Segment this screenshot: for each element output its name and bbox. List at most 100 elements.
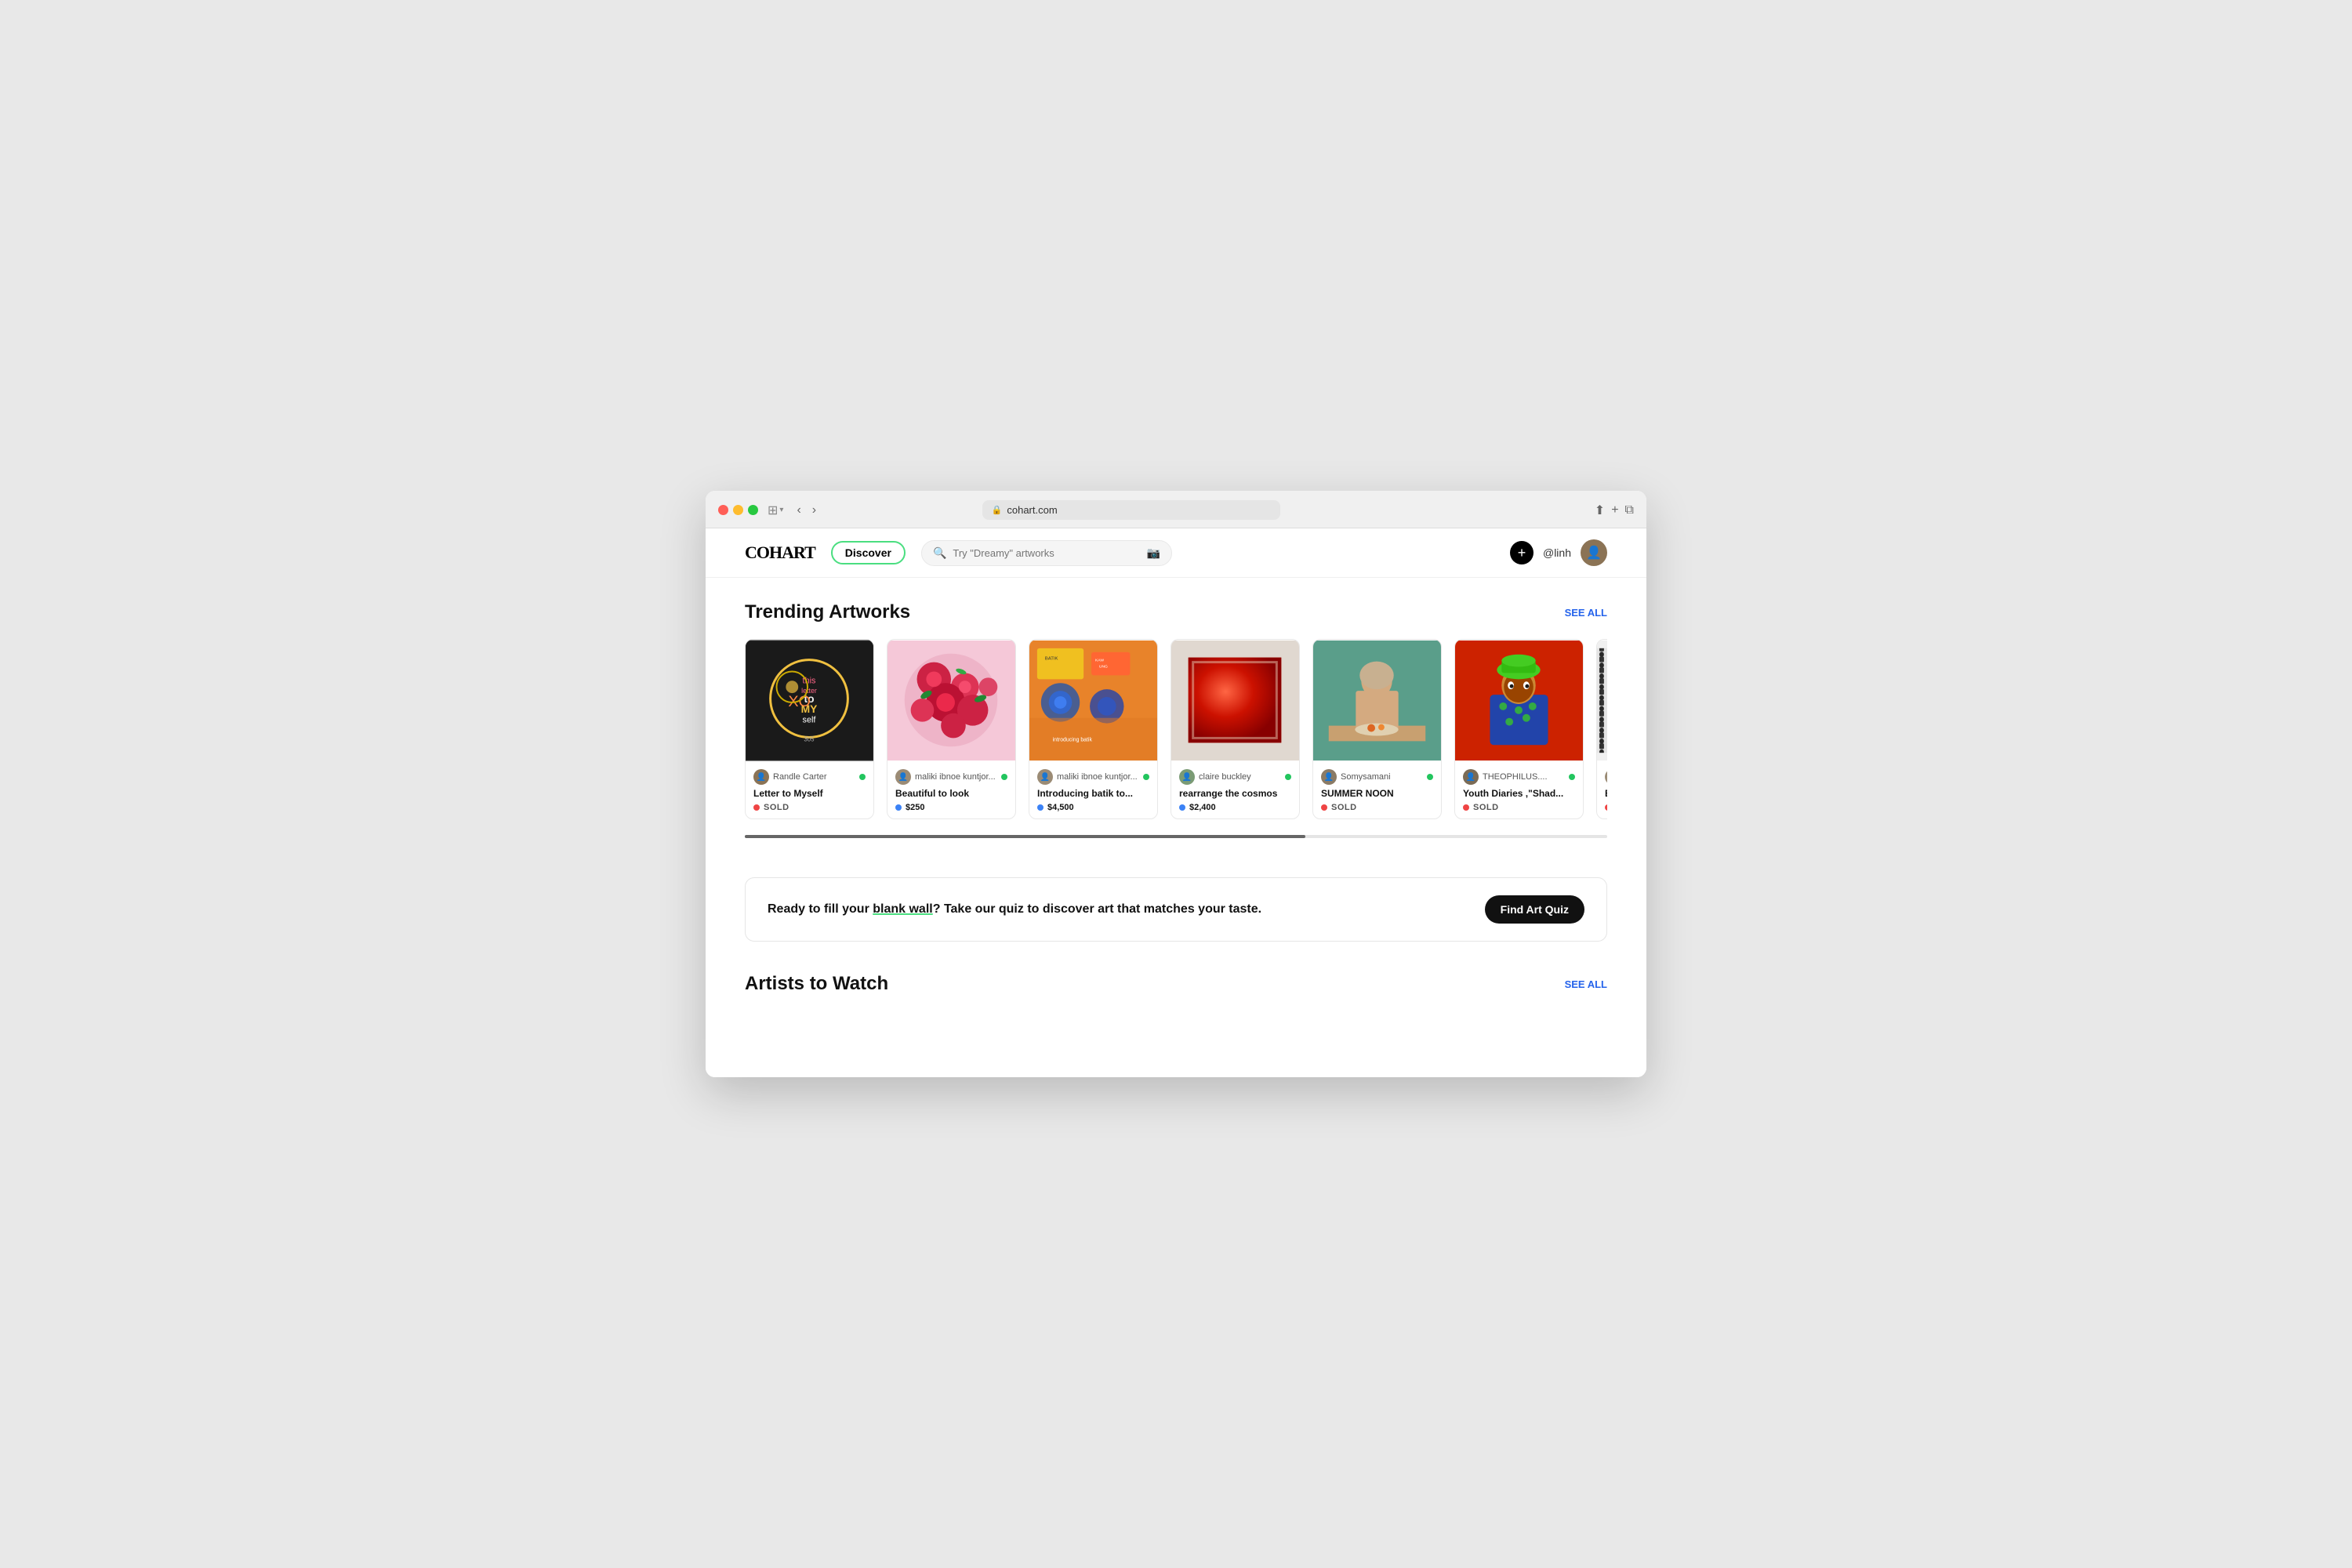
verified-icon-6: [1569, 774, 1575, 780]
artwork-card-4[interactable]: 👤 claire buckley rearrange the cosmos $2…: [1171, 639, 1300, 819]
artwork-image-7: Bold crowd: [1597, 640, 1607, 761]
maximize-button[interactable]: [748, 505, 758, 515]
page-content: COHART Discover 🔍 📷 + @linh 👤 Trending A…: [706, 528, 1646, 1077]
trending-title: Trending Artworks: [745, 601, 910, 623]
artwork-card-2[interactable]: 👤 maliki ibnoe kuntjor... Beautiful to l…: [887, 639, 1016, 819]
artwork-card-3[interactable]: BATIK KAW UNG introducing batik 👤 maliki…: [1029, 639, 1158, 819]
artwork-image-6: [1455, 640, 1583, 761]
artwork-title-7: Bold: [1605, 788, 1607, 799]
price-dot-5: [1321, 804, 1327, 811]
artist-name-1: Randle Carter: [773, 772, 855, 782]
price-dot-1: [753, 804, 760, 811]
artists-title: Artists to Watch: [745, 973, 888, 995]
price-value-4: $2,400: [1189, 803, 1216, 812]
sidebar-toggle[interactable]: ⊞▾: [768, 503, 783, 518]
browser-controls: ⊞▾ ‹ › 🔒 cohart.com ⬆ + ⧉: [718, 500, 1634, 520]
svg-text:BATIK: BATIK: [1045, 657, 1058, 662]
verified-icon-2: [1001, 774, 1007, 780]
new-tab-button[interactable]: +: [1611, 503, 1618, 518]
site-logo[interactable]: COHART: [745, 543, 815, 563]
close-button[interactable]: [718, 505, 728, 515]
artwork-image-4: [1171, 640, 1299, 761]
camera-icon[interactable]: 📷: [1147, 546, 1160, 560]
artist-avatar-7: 👤: [1605, 769, 1607, 785]
artwork-card-7[interactable]: Bold crowd 👤 Fernando Jaramillo Bold: [1596, 639, 1607, 819]
url-text: cohart.com: [1007, 504, 1057, 516]
browser-window: ⊞▾ ‹ › 🔒 cohart.com ⬆ + ⧉ COHART Discove…: [706, 491, 1646, 1077]
add-button[interactable]: +: [1510, 541, 1534, 564]
artwork-image-2: [887, 640, 1015, 761]
verified-icon-3: [1143, 774, 1149, 780]
artwork-title-1: Letter to Myself: [753, 788, 866, 799]
traffic-lights: [718, 505, 758, 515]
artwork-image-1: this letter to MY XO self 305: [746, 640, 873, 761]
artist-row-2: 👤 maliki ibnoe kuntjor...: [895, 769, 1007, 785]
artwork-info-7: 👤 Fernando Jaramillo Bold SOLD: [1597, 761, 1607, 818]
price-dot-2: [895, 804, 902, 811]
trending-header: Trending Artworks SEE ALL: [745, 601, 1607, 623]
svg-text:self: self: [803, 716, 817, 725]
browser-chrome: ⊞▾ ‹ › 🔒 cohart.com ⬆ + ⧉: [706, 491, 1646, 528]
artist-avatar-3: 👤: [1037, 769, 1053, 785]
search-input[interactable]: [953, 547, 1140, 559]
artist-avatar-4: 👤: [1179, 769, 1195, 785]
minimize-button[interactable]: [733, 505, 743, 515]
artworks-scroll[interactable]: this letter to MY XO self 305: [745, 639, 1607, 832]
artwork-info-4: 👤 claire buckley rearrange the cosmos $2…: [1171, 761, 1299, 818]
svg-text:305: 305: [804, 735, 815, 742]
artworks-track: this letter to MY XO self 305: [745, 639, 1607, 832]
artwork-info-2: 👤 maliki ibnoe kuntjor... Beautiful to l…: [887, 761, 1015, 818]
artwork-info-1: 👤 Randle Carter Letter to Myself SOLD: [746, 761, 873, 818]
artwork-info-3: 👤 maliki ibnoe kuntjor... Introducing ba…: [1029, 761, 1157, 818]
artwork-info-6: 👤 THEOPHILUS.... Youth Diaries ,"Shad...…: [1455, 761, 1583, 818]
scrollbar-track[interactable]: [745, 835, 1607, 838]
artwork-title-6: Youth Diaries ,"Shad...: [1463, 788, 1575, 799]
price-value-3: $4,500: [1047, 803, 1074, 812]
artwork-image-3: BATIK KAW UNG introducing batik: [1029, 640, 1157, 761]
trending-section: Trending Artworks SEE ALL this letter: [706, 578, 1646, 862]
artist-row-4: 👤 claire buckley: [1179, 769, 1291, 785]
scrollbar-thumb: [745, 835, 1305, 838]
artist-name-5: Somysamani: [1341, 772, 1423, 782]
back-button[interactable]: ‹: [793, 502, 804, 519]
artwork-card-5[interactable]: 👤 Somysamani SUMMER NOON SOLD: [1312, 639, 1442, 819]
address-bar[interactable]: 🔒 cohart.com: [982, 500, 1280, 520]
artist-avatar-5: 👤: [1321, 769, 1337, 785]
discover-button[interactable]: Discover: [831, 541, 906, 564]
artist-row-6: 👤 THEOPHILUS....: [1463, 769, 1575, 785]
avatar[interactable]: 👤: [1581, 539, 1607, 566]
trending-see-all-button[interactable]: SEE ALL: [1565, 607, 1607, 619]
price-row-6: SOLD: [1463, 803, 1575, 812]
artwork-image-5: [1313, 640, 1441, 761]
artists-see-all-button[interactable]: SEE ALL: [1565, 978, 1607, 990]
artist-row-3: 👤 maliki ibnoe kuntjor...: [1037, 769, 1149, 785]
artwork-title-2: Beautiful to look: [895, 788, 1007, 799]
price-dot-4: [1179, 804, 1185, 811]
price-label-5: SOLD: [1331, 803, 1357, 812]
artwork-title-5: SUMMER NOON: [1321, 788, 1433, 799]
tabs-button[interactable]: ⧉: [1625, 503, 1634, 518]
verified-icon-1: [859, 774, 866, 780]
browser-actions: ⬆ + ⧉: [1595, 503, 1634, 518]
artist-name-3: maliki ibnoe kuntjor...: [1057, 772, 1139, 782]
share-button[interactable]: ⬆: [1595, 503, 1605, 518]
lock-icon: 🔒: [992, 505, 1003, 515]
artwork-card-1[interactable]: this letter to MY XO self 305: [745, 639, 874, 819]
artwork-title-3: Introducing batik to...: [1037, 788, 1149, 799]
quiz-text: Ready to fill your blank wall? Take our …: [768, 902, 1261, 916]
quiz-underline: blank wall: [873, 902, 932, 916]
svg-text:introducing batik: introducing batik: [1053, 737, 1093, 742]
svg-text:XO: XO: [788, 693, 811, 710]
verified-icon-5: [1427, 774, 1433, 780]
search-bar[interactable]: 🔍 📷: [921, 540, 1172, 566]
svg-text:UNG: UNG: [1099, 665, 1108, 670]
nav-arrows: ‹ ›: [793, 502, 820, 519]
price-row-1: SOLD: [753, 803, 866, 812]
artists-section: Artists to Watch SEE ALL: [706, 957, 1646, 1034]
find-art-quiz-button[interactable]: Find Art Quiz: [1485, 895, 1584, 924]
username-label[interactable]: @linh: [1543, 546, 1571, 559]
svg-text:KAW: KAW: [1095, 659, 1104, 663]
nav-right: + @linh 👤: [1510, 539, 1607, 566]
artwork-card-6[interactable]: 👤 THEOPHILUS.... Youth Diaries ,"Shad...…: [1454, 639, 1584, 819]
forward-button[interactable]: ›: [808, 502, 820, 519]
